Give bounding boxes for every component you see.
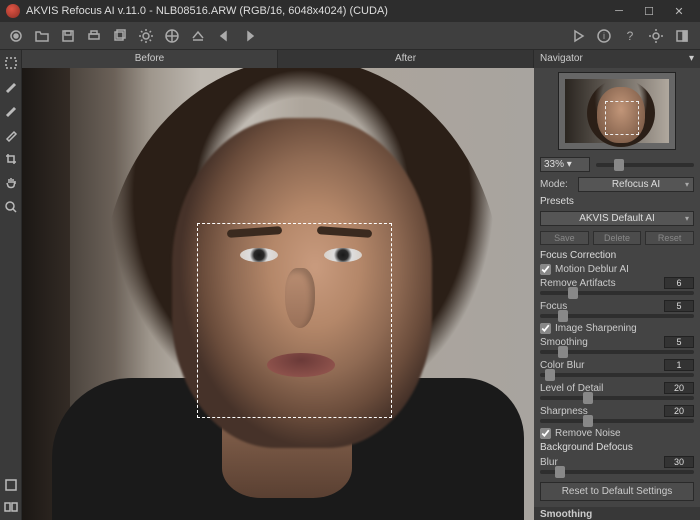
preset-delete-button[interactable]: Delete — [593, 231, 642, 245]
image-canvas[interactable] — [22, 68, 534, 520]
tab-after[interactable]: After — [278, 50, 534, 68]
navigator-title: Navigator — [540, 50, 583, 68]
publish-button[interactable] — [160, 25, 184, 47]
motion-deblur-label: Motion Deblur AI — [555, 264, 629, 275]
tab-before[interactable]: Before — [22, 50, 278, 68]
focus-value[interactable]: 5 — [664, 300, 694, 312]
zoom-select[interactable]: 33% ▾ — [540, 157, 590, 172]
brush-tool[interactable] — [2, 78, 20, 96]
prefs-button[interactable] — [644, 25, 668, 47]
view-split-icon[interactable] — [2, 498, 20, 516]
focus-slider[interactable] — [540, 314, 694, 318]
color-blur-slider[interactable] — [540, 373, 694, 377]
toolbar: i ? — [0, 22, 700, 50]
smoothing-value[interactable]: 5 — [664, 336, 694, 348]
smoothing-slider[interactable] — [540, 350, 694, 354]
close-button[interactable]: ✕ — [664, 0, 694, 22]
image-sharpening-label: Image Sharpening — [555, 323, 637, 334]
redo-button[interactable] — [238, 25, 262, 47]
crop-tool[interactable] — [2, 150, 20, 168]
settings-button[interactable] — [134, 25, 158, 47]
save-button[interactable] — [56, 25, 80, 47]
remove-artifacts-value[interactable]: 6 — [664, 277, 694, 289]
focus-correction-title: Focus Correction — [534, 248, 700, 263]
svg-text:?: ? — [627, 29, 634, 43]
presets-label: Presets — [534, 194, 700, 209]
svg-text:i: i — [603, 31, 605, 41]
remove-artifacts-slider[interactable] — [540, 291, 694, 295]
print-button[interactable] — [82, 25, 106, 47]
run-button[interactable] — [566, 25, 590, 47]
maximize-button[interactable]: ☐ — [634, 0, 664, 22]
window-title: AKVIS Refocus AI v.11.0 - NLB08516.ARW (… — [26, 5, 604, 17]
view-single-icon[interactable] — [2, 476, 20, 494]
bg-brush-tool[interactable] — [2, 126, 20, 144]
image-sharpening-checkbox[interactable] — [540, 323, 551, 334]
remove-noise-checkbox[interactable] — [540, 428, 551, 439]
preview-tool[interactable] — [2, 54, 20, 72]
mode-label: Mode: — [540, 179, 574, 190]
view-tabs: Before After — [22, 50, 534, 68]
remove-artifacts-label: Remove Artifacts — [540, 278, 616, 289]
sharpness-slider[interactable] — [540, 419, 694, 423]
titlebar: AKVIS Refocus AI v.11.0 - NLB08516.ARW (… — [0, 0, 700, 22]
collapse-icon[interactable]: ▾ — [689, 50, 694, 68]
photo-image — [22, 68, 534, 520]
eraser-tool[interactable] — [2, 102, 20, 120]
left-toolbar — [0, 50, 22, 520]
preset-save-button[interactable]: Save — [540, 231, 589, 245]
detail-value[interactable]: 20 — [664, 382, 694, 394]
preset-reset-button[interactable]: Reset — [645, 231, 694, 245]
help-title: Smoothing — [534, 507, 700, 520]
detail-slider[interactable] — [540, 396, 694, 400]
bg-defocus-title: Background Defocus — [534, 440, 700, 455]
sharpness-value[interactable]: 20 — [664, 405, 694, 417]
zoom-slider[interactable] — [596, 163, 694, 167]
batch-button[interactable] — [108, 25, 132, 47]
sharpness-label: Sharpness — [540, 406, 588, 417]
reset-defaults-button[interactable]: Reset to Default Settings — [540, 482, 694, 501]
app-icon — [6, 4, 20, 18]
motion-deblur-checkbox[interactable] — [540, 264, 551, 275]
share-button[interactable] — [186, 25, 210, 47]
open-folder-button[interactable] — [30, 25, 54, 47]
mode-select[interactable]: Refocus AI — [578, 177, 694, 192]
preset-select[interactable]: AKVIS Default AI — [540, 211, 694, 226]
color-blur-value[interactable]: 1 — [664, 359, 694, 371]
right-panel: Navigator ▾ 33% ▾ Mode: Refocus AI Preset… — [534, 50, 700, 520]
open-image-button[interactable] — [4, 25, 28, 47]
hand-tool[interactable] — [2, 174, 20, 192]
zoom-tool[interactable] — [2, 198, 20, 216]
detail-label: Level of Detail — [540, 383, 603, 394]
blur-slider[interactable] — [540, 470, 694, 474]
minimize-button[interactable]: ─ — [604, 0, 634, 22]
info-button[interactable]: i — [592, 25, 616, 47]
undo-button[interactable] — [212, 25, 236, 47]
help-panel: Smoothing The parameter sets the level o… — [534, 507, 700, 520]
help-button[interactable]: ? — [618, 25, 642, 47]
navigator-thumbnail[interactable] — [558, 72, 676, 150]
remove-noise-label: Remove Noise — [555, 428, 621, 439]
blur-value[interactable]: 30 — [664, 456, 694, 468]
panel-toggle-button[interactable] — [670, 25, 694, 47]
navigator-header: Navigator ▾ — [534, 50, 700, 68]
